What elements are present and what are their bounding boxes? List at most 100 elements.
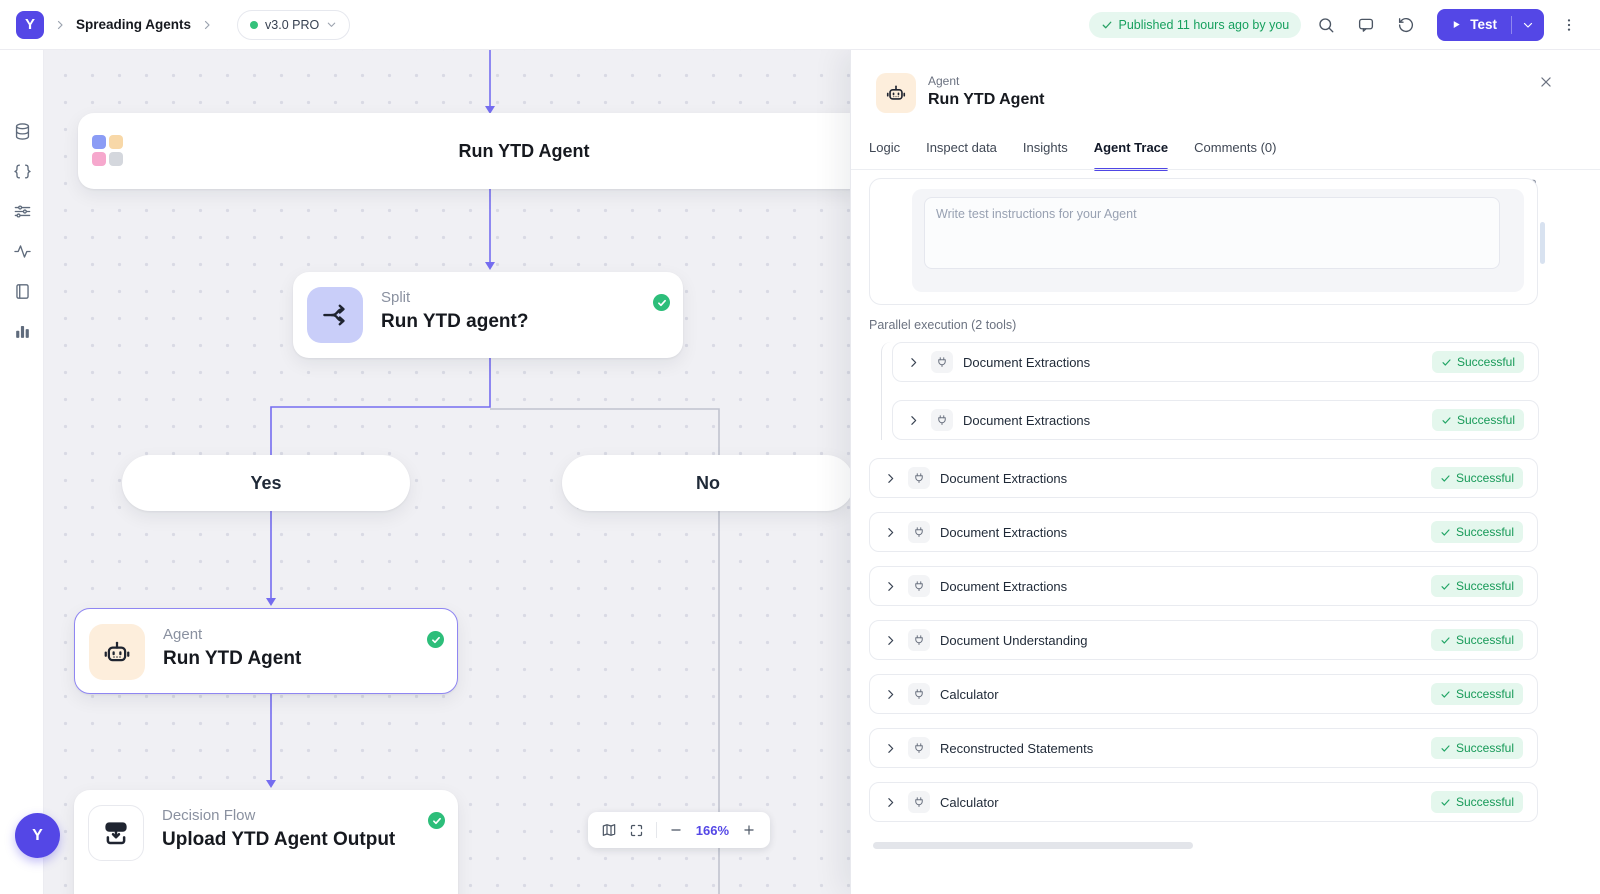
node-decision-flow[interactable]: Decision Flow Upload YTD Agent Output [74,790,458,894]
tool-icon [908,737,930,759]
decision-flow-icon [88,805,144,861]
tab[interactable]: Inspect data [926,140,997,170]
minimap-button[interactable] [598,817,621,843]
test-instructions-card [869,178,1538,305]
test-button-label: Test [1470,17,1497,32]
chevron-right-icon [54,19,66,31]
node-type-label: Decision Flow [162,807,395,824]
chevron-right-icon[interactable] [884,634,900,647]
parallel-group: Document Extractions Successful Document… [881,342,1538,440]
published-text: Published 11 hours ago by you [1119,18,1290,32]
tabs-divider [851,169,1600,170]
panel-scrollbar[interactable] [1540,222,1545,264]
tool-icon [908,521,930,543]
trace-row[interactable]: Document Extractions Successful [892,400,1539,440]
trace-row-label: Document Extractions [963,413,1090,428]
toolbar-divider [656,822,657,838]
test-split-button: Test [1437,9,1544,41]
chevron-right-icon[interactable] [907,414,923,427]
chevron-right-icon[interactable] [884,742,900,755]
trace-row[interactable]: Calculator Successful [869,674,1538,714]
tool-icon [908,575,930,597]
close-icon[interactable] [1536,72,1556,92]
tab[interactable]: Agent Trace [1094,140,1168,170]
activity-icon[interactable] [11,240,33,262]
avatar[interactable]: Y [15,813,60,858]
trace-row[interactable]: Document Extractions Successful [869,512,1538,552]
success-check-icon [427,631,444,648]
chevron-right-icon[interactable] [884,472,900,485]
status-text: Successful [1457,413,1515,427]
trace-row-label: Reconstructed Statements [940,741,1093,756]
branch-no[interactable]: No [562,455,854,511]
chevron-right-icon[interactable] [907,356,923,369]
trace-row[interactable]: Document Extractions Successful [869,458,1538,498]
tool-icon [908,683,930,705]
canvas-toolbar: 166% [588,812,770,848]
left-rail [0,50,44,894]
sliders-icon[interactable] [11,200,33,222]
comments-button[interactable] [1351,10,1381,40]
version-selector[interactable]: v3.0 PRO [237,10,350,40]
tab[interactable]: Insights [1023,140,1068,170]
notebook-icon[interactable] [11,280,33,302]
chevron-right-icon[interactable] [884,688,900,701]
status-badge: Successful [1431,791,1523,813]
chevron-right-icon[interactable] [884,580,900,593]
trace-row[interactable]: Document Extractions Successful [892,342,1539,382]
node-split[interactable]: Split Run YTD agent? [293,272,683,358]
play-icon [1451,19,1462,30]
trace-row[interactable]: Document Extractions Successful [869,566,1538,606]
chevron-down-icon [1522,19,1534,31]
tab[interactable]: Comments (0) [1194,140,1276,170]
check-icon [1101,19,1113,31]
branch-label: Yes [250,473,281,494]
status-badge: Successful [1431,629,1523,651]
app-root: Run YTD Agent Split Run YTD agent? [0,0,1600,894]
node-agent[interactable]: Agent Run YTD Agent [74,608,458,694]
node-run-ytd-agent-group[interactable]: Run YTD Agent [78,113,890,189]
status-text: Successful [1456,633,1514,647]
node-title: Run YTD Agent [163,648,301,670]
zoom-out-button[interactable] [665,817,688,843]
status-badge: Successful [1432,409,1524,431]
node-title: Run YTD agent? [381,311,528,333]
fit-view-button[interactable] [625,817,648,843]
zoom-level[interactable]: 166% [692,823,733,838]
trace-horizontal-scrollbar[interactable] [873,842,1193,849]
trace-row[interactable]: Document Understanding Successful [869,620,1538,660]
trace-row[interactable]: Calculator Successful [869,782,1538,822]
panel-type-label: Agent [928,74,1044,88]
success-check-icon [428,812,445,829]
tab[interactable]: Logic [869,140,900,170]
status-badge: Successful [1431,521,1523,543]
zoom-in-button[interactable] [737,817,760,843]
chevron-right-icon[interactable] [884,526,900,539]
logo-icon[interactable]: Y [16,11,44,39]
trace-row-label: Document Extractions [963,355,1090,370]
robot-icon [876,73,916,113]
search-button[interactable] [1311,10,1341,40]
kebab-menu-button[interactable] [1554,10,1584,40]
chevron-right-icon [201,19,213,31]
trace-row-label: Document Extractions [940,525,1067,540]
top-header: Y Spreading Agents v3.0 PRO Published 11… [0,0,1600,50]
version-label: v3.0 PRO [265,18,319,32]
tool-icon [908,791,930,813]
code-braces-icon[interactable] [11,160,33,182]
chevron-right-icon[interactable] [884,796,900,809]
test-instructions-input[interactable] [924,197,1500,269]
history-button[interactable] [1391,10,1421,40]
test-button[interactable]: Test [1437,9,1511,41]
database-icon[interactable] [11,120,33,142]
trace-row[interactable]: Reconstructed Statements Successful [869,728,1538,768]
breadcrumb[interactable]: Spreading Agents [76,17,191,32]
branch-yes[interactable]: Yes [122,455,410,511]
instructions-area [912,189,1524,292]
status-text: Successful [1456,525,1514,539]
bar-chart-icon[interactable] [11,320,33,342]
trace-row-label: Calculator [940,795,999,810]
status-text: Successful [1456,687,1514,701]
test-options-button[interactable] [1512,9,1544,41]
status-text: Successful [1456,741,1514,755]
